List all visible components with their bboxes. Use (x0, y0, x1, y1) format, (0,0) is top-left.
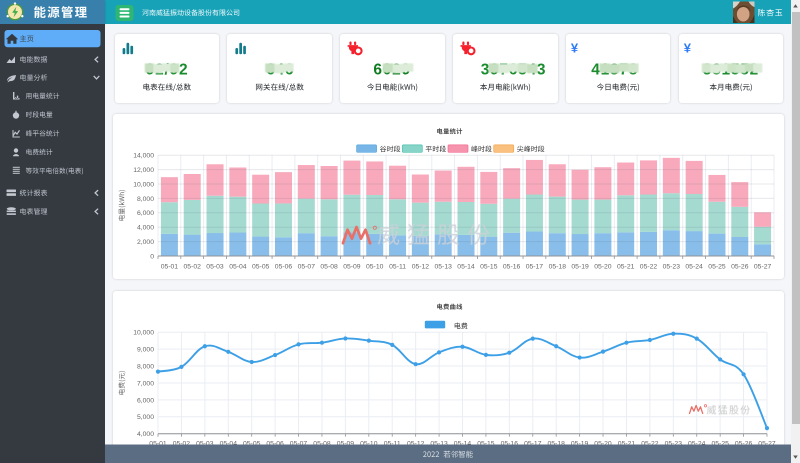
svg-text:05-05: 05-05 (252, 263, 270, 270)
svg-text:05-04: 05-04 (229, 263, 247, 270)
svg-text:05-20: 05-20 (594, 263, 612, 270)
svg-text:05-11: 05-11 (389, 263, 406, 270)
svg-text:05-19: 05-19 (571, 263, 589, 270)
svg-text:05-25: 05-25 (708, 263, 726, 270)
svg-text:05-02: 05-02 (184, 263, 202, 270)
svg-text:05-07: 05-07 (298, 263, 316, 270)
svg-text:6,000: 6,000 (137, 397, 154, 404)
svg-text:¥: ¥ (684, 41, 692, 56)
svg-text:7,000: 7,000 (137, 380, 154, 387)
svg-text:05-27: 05-27 (754, 263, 772, 270)
svg-text:5,000: 5,000 (137, 414, 154, 421)
svg-text:4,000: 4,000 (137, 225, 154, 232)
svg-text:05-23: 05-23 (663, 263, 681, 270)
svg-text:05-10: 05-10 (366, 263, 384, 270)
svg-text:05-14: 05-14 (457, 263, 475, 270)
svg-text:¥: ¥ (571, 41, 579, 56)
svg-text:05-08: 05-08 (320, 263, 338, 270)
svg-text:0: 0 (150, 253, 154, 260)
svg-text:05-16: 05-16 (503, 263, 521, 270)
svg-text:05-26: 05-26 (731, 263, 749, 270)
svg-text:05-06: 05-06 (275, 263, 293, 270)
svg-text:05-15: 05-15 (480, 263, 498, 270)
svg-text:05-12: 05-12 (412, 263, 430, 270)
svg-text:6,000: 6,000 (137, 210, 154, 217)
svg-text:05-03: 05-03 (206, 263, 224, 270)
svg-text:05-21: 05-21 (617, 263, 635, 270)
svg-text:9,000: 9,000 (137, 347, 154, 354)
svg-text:05-01: 05-01 (161, 263, 179, 270)
svg-text:8,000: 8,000 (137, 196, 154, 203)
svg-text:05-17: 05-17 (526, 263, 544, 270)
svg-text:12,000: 12,000 (133, 167, 154, 174)
svg-text:05-13: 05-13 (435, 263, 453, 270)
svg-text:05-22: 05-22 (640, 263, 658, 270)
svg-text:14,000: 14,000 (133, 153, 154, 160)
svg-text:10,000: 10,000 (133, 181, 154, 188)
svg-text:10,000: 10,000 (133, 330, 154, 337)
svg-text:2,000: 2,000 (137, 239, 154, 246)
svg-text:05-18: 05-18 (549, 263, 567, 270)
svg-text:05-24: 05-24 (685, 263, 703, 270)
svg-text:8,000: 8,000 (137, 363, 154, 370)
svg-text:05-09: 05-09 (343, 263, 361, 270)
svg-text:4,000: 4,000 (137, 431, 154, 438)
